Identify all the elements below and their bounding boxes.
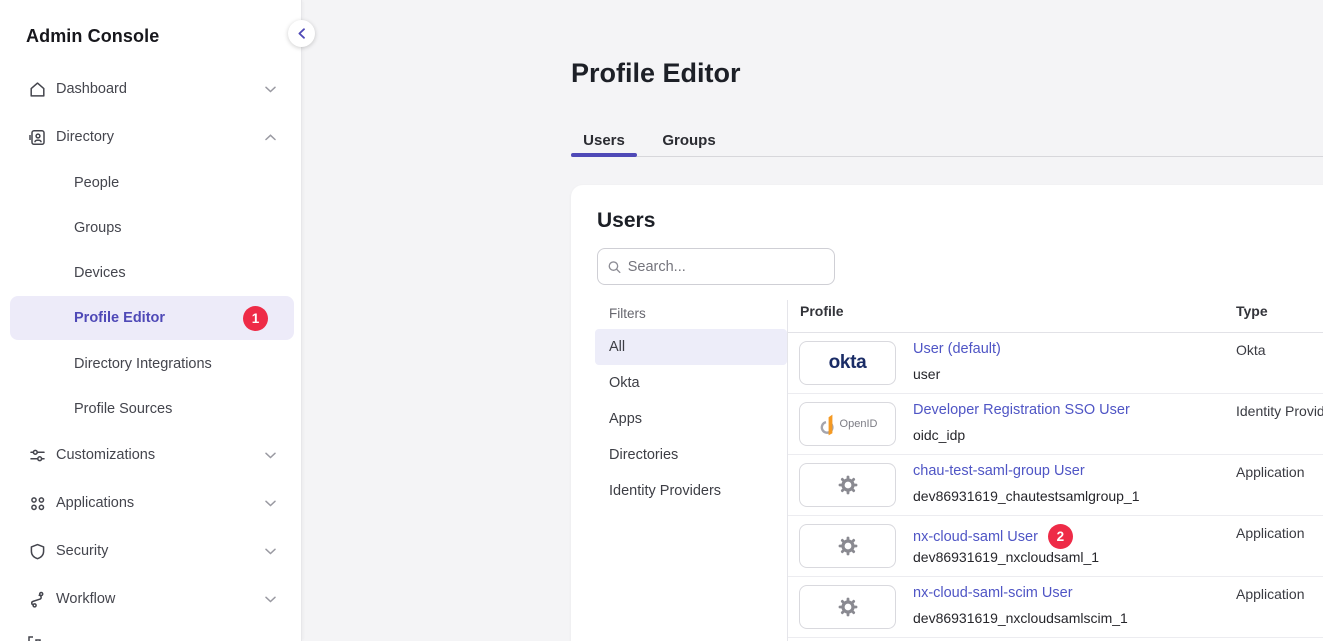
profile-link[interactable]: chau-test-saml-group User [913,463,1085,479]
chevron-left-icon [297,28,306,39]
step-badge-1: 1 [243,306,268,331]
chevron-down-icon [265,548,276,555]
sidebar-item-applications[interactable]: Applications [0,479,302,527]
table-row: nx-cloud-saml-scim User dev86931619_nxcl… [788,577,1323,638]
app-title: Admin Console [26,26,159,47]
profile-subtitle: dev86931619_nxcloudsaml_1 [913,549,1099,565]
tab-users[interactable]: Users [571,125,637,155]
admin-console-screen: Admin Console Dashboard Directory [0,0,1323,641]
sidebar-item-label: Directory [56,129,114,145]
profile-link-label: User (default) [913,341,1001,357]
sidebar-item-label: Dashboard [56,81,127,97]
profile-link-label: nx-cloud-saml-scim User [913,585,1073,601]
filter-directories[interactable]: Directories [595,437,787,473]
profile-subtitle: dev86931619_chautestsamlgroup_1 [913,488,1140,504]
gear-icon [799,524,896,568]
reports-icon-partial [28,631,42,641]
sidebar-item-security[interactable]: Security [0,527,302,575]
step-badge-2: 2 [1048,524,1073,549]
sidebar-item-label: Customizations [56,447,155,463]
table-header: Profile Type [788,300,1323,333]
filters-panel: Filters All Okta Apps Directories Identi… [595,300,787,509]
sidebar-item-label: People [74,175,119,191]
sidebar-item-profile-editor[interactable]: Profile Editor 1 [10,296,294,340]
sidebar-item-label: Directory Integrations [74,356,212,372]
column-header-profile: Profile [800,303,844,319]
sidebar-collapse-button[interactable] [288,20,315,47]
filter-okta[interactable]: Okta [595,365,787,401]
shield-icon [28,542,47,561]
table-row: chau-test-saml-group User dev86931619_ch… [788,455,1323,516]
table-row: okta User (default) user Okta [788,333,1323,394]
home-icon [28,80,47,99]
sidebar-item-profile-sources[interactable]: Profile Sources [0,386,302,431]
table-row: OpenID Developer Registration SSO User o… [788,394,1323,455]
sidebar-item-label: Groups [74,220,122,236]
profile-link[interactable]: User (default) [913,341,1001,357]
sidebar-item-people[interactable]: People [0,160,302,205]
filters-label: Filters [595,304,787,324]
sidebar: Admin Console Dashboard Directory [0,0,302,641]
profile-link-label: nx-cloud-saml User [913,529,1038,545]
profile-subtitle: user [913,366,940,382]
page-title: Profile Editor [571,58,741,89]
filter-identity-providers[interactable]: Identity Providers [595,473,787,509]
profile-link[interactable]: nx-cloud-saml User 2 [913,524,1073,549]
chevron-up-icon [265,134,276,141]
sidebar-item-devices[interactable]: Devices [0,250,302,295]
search-input[interactable] [628,259,824,275]
okta-logo: okta [799,341,896,385]
tab-groups[interactable]: Groups [653,125,725,155]
sidebar-item-customizations[interactable]: Customizations [0,431,302,479]
sidebar-item-label: Workflow [56,591,115,607]
table-row: nx-cloud-saml User 2 dev86931619_nxcloud… [788,516,1323,577]
profile-type: Application [1236,586,1305,602]
profile-type: Application [1236,464,1305,480]
profile-type: Application [1236,525,1305,541]
sidebar-item-workflow[interactable]: Workflow [0,575,302,623]
filter-apps[interactable]: Apps [595,401,787,437]
sliders-icon [28,446,47,465]
column-header-type: Type [1236,303,1268,319]
chevron-down-icon [265,596,276,603]
tab-bar: Users Groups [571,125,725,155]
panel-heading: Users [597,209,655,233]
search-box[interactable] [597,248,835,285]
profile-link[interactable]: nx-cloud-saml-scim User [913,585,1073,601]
gear-icon [799,585,896,629]
chevron-down-icon [265,500,276,507]
sidebar-item-label: Profile Editor [74,310,165,326]
profile-type: Identity Provider [1236,403,1323,419]
sidebar-item-directory[interactable]: Directory [0,113,302,161]
directory-icon [28,128,47,147]
profile-link-label: Developer Registration SSO User [913,402,1130,418]
profile-type: Okta [1236,342,1266,358]
sidebar-item-label: Profile Sources [74,401,172,417]
profiles-table: Profile Type okta User (default) user Ok… [788,300,1323,638]
profile-subtitle: oidc_idp [913,427,965,443]
tab-divider [571,156,1323,157]
profile-subtitle: dev86931619_nxcloudsamlscim_1 [913,610,1128,626]
filter-all[interactable]: All [595,329,787,365]
sidebar-item-label: Devices [74,265,126,281]
chevron-down-icon [265,86,276,93]
openid-logo: OpenID [799,402,896,446]
sidebar-item-dashboard[interactable]: Dashboard [0,65,302,113]
workflow-icon [28,590,47,609]
sidebar-item-label: Security [56,543,108,559]
sidebar-item-label: Applications [56,495,134,511]
profile-link[interactable]: Developer Registration SSO User [913,402,1130,418]
apps-grid-icon [28,494,47,513]
gear-icon [799,463,896,507]
search-icon [608,260,621,274]
profile-link-label: chau-test-saml-group User [913,463,1085,479]
chevron-down-icon [265,452,276,459]
users-panel: Users Filters All Okta Apps Directories … [571,185,1323,641]
openid-glyph-icon [818,413,836,436]
sidebar-item-groups[interactable]: Groups [0,205,302,250]
sidebar-item-directory-integrations[interactable]: Directory Integrations [0,341,302,386]
active-tab-indicator [571,153,637,157]
